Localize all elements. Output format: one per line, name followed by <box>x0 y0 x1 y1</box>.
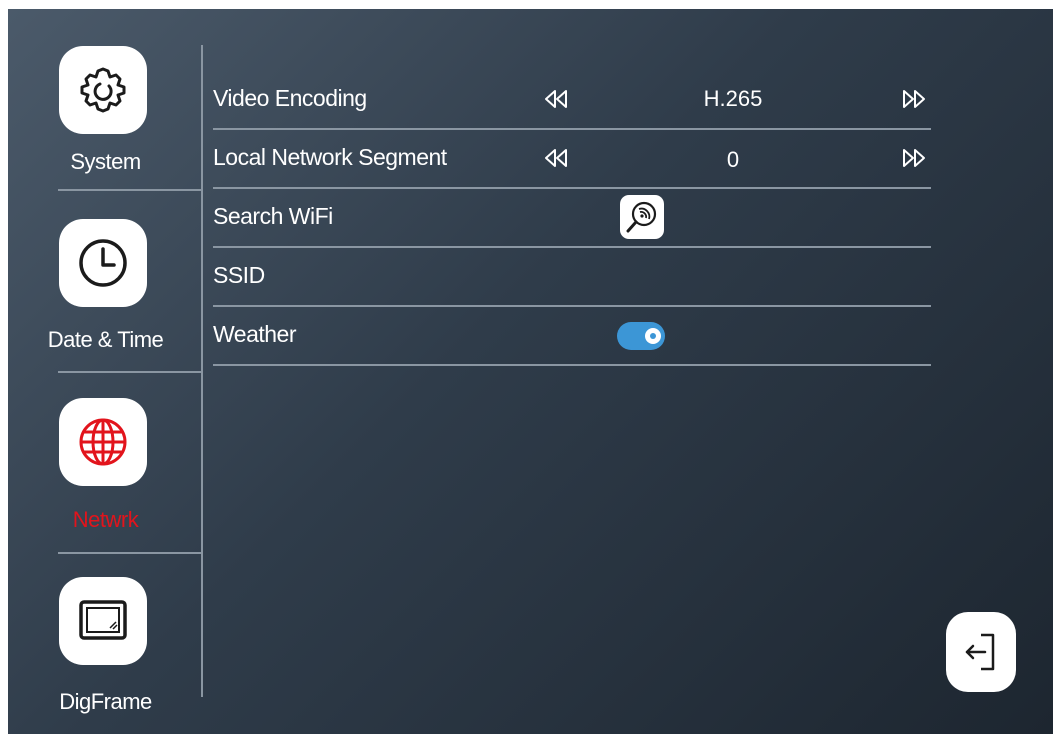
wifi-search-icon <box>626 201 657 233</box>
sidebar-item-label: DigFrame <box>59 689 152 714</box>
sidebar-item-digframe[interactable]: DigFrame <box>8 552 203 727</box>
sidebar-item-system[interactable]: System <box>8 9 203 184</box>
weather-row: Weather <box>213 307 931 366</box>
sidebar-item-label: System <box>70 149 141 174</box>
system-tile[interactable] <box>59 46 147 134</box>
local-network-segment-value: 0 <box>726 147 740 172</box>
ssid-label: SSID <box>213 262 265 288</box>
date-time-tile[interactable] <box>59 219 147 307</box>
double-chevron-left-icon <box>545 90 567 108</box>
local-network-segment-label: Local Network Segment <box>213 144 447 170</box>
globe-icon <box>79 418 127 466</box>
video-encoding-prev-button[interactable] <box>543 87 569 111</box>
sidebar-item-network[interactable]: Netwrk <box>8 371 203 546</box>
search-wifi-row: Search WiFi <box>213 189 931 248</box>
ssid-row[interactable]: SSID <box>213 248 931 307</box>
gear-icon <box>80 67 126 113</box>
toggle-knob <box>645 328 661 344</box>
network-tile[interactable] <box>59 398 147 486</box>
search-wifi-button[interactable] <box>620 195 664 239</box>
search-wifi-label: Search WiFi <box>213 203 333 229</box>
video-encoding-label: Video Encoding <box>213 85 367 111</box>
sidebar-item-date-time[interactable]: Date & Time <box>8 189 203 364</box>
double-chevron-left-icon <box>545 149 567 167</box>
network-settings-list: Video Encoding H.265 Local Network Segme… <box>213 71 931 366</box>
sidebar: System Date & Time Netwrk DigFrame <box>8 9 203 734</box>
sidebar-item-label: Netwrk <box>72 507 139 532</box>
settings-screen: System Date & Time Netwrk DigFrame Video… <box>8 9 1053 734</box>
digframe-tile[interactable] <box>59 577 147 665</box>
double-chevron-right-icon <box>903 90 925 108</box>
video-encoding-value: H.265 <box>703 86 763 111</box>
weather-toggle[interactable] <box>617 322 665 350</box>
video-encoding-next-button[interactable] <box>901 87 927 111</box>
sidebar-vertical-divider <box>201 45 203 697</box>
exit-icon <box>965 633 995 671</box>
picture-frame-icon <box>79 600 127 640</box>
clock-icon <box>79 239 127 287</box>
double-chevron-right-icon <box>903 149 925 167</box>
exit-button[interactable] <box>946 612 1016 692</box>
weather-label: Weather <box>213 321 297 347</box>
network-segment-prev-button[interactable] <box>543 146 569 170</box>
local-network-segment-row: Local Network Segment 0 <box>213 130 931 189</box>
network-segment-next-button[interactable] <box>901 146 927 170</box>
sidebar-item-label: Date & Time <box>47 327 164 352</box>
video-encoding-row: Video Encoding H.265 <box>213 71 931 130</box>
